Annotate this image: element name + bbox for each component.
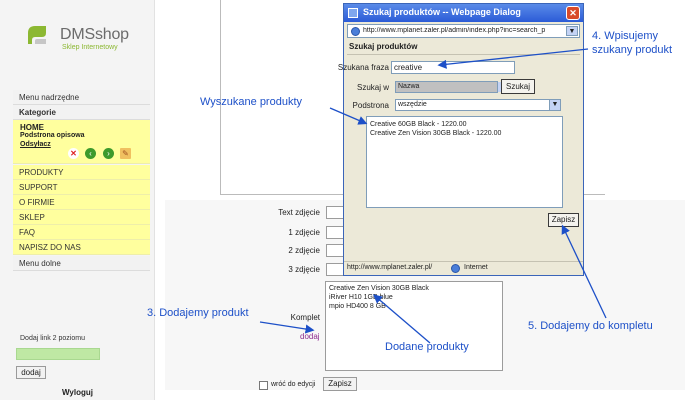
komplet-list[interactable]: Creative Zen Vision 30GB Black iRiver H1…: [325, 281, 503, 371]
list-item[interactable]: mpio HD400 8 GB: [329, 302, 499, 311]
page-label: Podstrona: [352, 101, 389, 110]
annotation-step3: 3. Dodajemy produkt: [147, 307, 249, 319]
status-url: http://www.mplanet.zaler.pl/: [347, 264, 433, 271]
sidebar-item-faq[interactable]: FAQ: [13, 225, 150, 240]
sidebar-item-sklep[interactable]: SKLEP: [13, 210, 150, 225]
text-photo-label: Text zdjęcie: [278, 208, 320, 217]
photo-2-label: 2 zdjęcie: [288, 246, 320, 255]
photo-3-label: 3 zdjęcie: [288, 265, 320, 274]
dialog-title: Szukaj produktów -- Webpage Dialog: [363, 7, 521, 17]
globe-icon: [451, 264, 460, 273]
move-right-icon[interactable]: ›: [103, 148, 114, 159]
close-icon[interactable]: ✕: [566, 6, 580, 20]
move-left-icon[interactable]: ‹: [85, 148, 96, 159]
sidebar-item-napisz[interactable]: NAPISZ DO NAS: [13, 240, 150, 255]
annotation-found: Wyszukane produkty: [200, 96, 303, 108]
list-item[interactable]: Creative 60GB Black - 1220.00: [370, 120, 559, 129]
home-subtitle: Podstrona opisowa: [20, 132, 85, 139]
logout-link[interactable]: Wyloguj: [62, 388, 93, 397]
search-button[interactable]: Szukaj: [501, 79, 535, 94]
dialog-url-bar: http://www.mplanet.zaler.pl/admin/index.…: [347, 24, 580, 38]
sidebar-item-support[interactable]: SUPPORT: [13, 180, 150, 195]
subpage-value: wszędzie: [398, 101, 427, 108]
home-item[interactable]: HOME Podstrona opisowa Odsyłacz ✕ ‹ › ✎: [13, 120, 150, 164]
list-item[interactable]: iRiver H10 1GB blue: [329, 293, 499, 302]
chevron-down-icon[interactable]: ▼: [549, 100, 560, 110]
save-button[interactable]: Zapisz: [323, 377, 357, 391]
home-title: HOME: [20, 123, 44, 132]
list-item[interactable]: Creative Zen Vision 30GB Black: [329, 284, 499, 293]
add-level-label: Dodaj link 2 poziomu: [20, 335, 85, 342]
logo-subtitle: Sklep Internetowy: [62, 44, 118, 51]
annotation-added: Dodane produkty: [385, 341, 469, 353]
search-field-select[interactable]: Nazwa ▼: [395, 81, 508, 93]
return-to-edit-label: wróć do edycji: [271, 381, 316, 388]
ie-page-icon: [351, 27, 360, 36]
menu-parent-link[interactable]: Menu nadrzędne: [13, 90, 150, 105]
field-label: Szukaj w: [356, 83, 389, 92]
search-field-value: Nazwa: [398, 83, 420, 90]
sidebar-item-produkty[interactable]: PRODUKTY: [13, 165, 150, 180]
dialog-url: http://www.mplanet.zaler.pl/admin/index.…: [363, 27, 546, 34]
dialog-titlebar[interactable]: Szukaj produktów -- Webpage Dialog ✕: [344, 4, 583, 22]
search-dialog: Szukaj produktów -- Webpage Dialog ✕ htt…: [338, 3, 584, 276]
search-input[interactable]: creative: [391, 61, 515, 74]
add-level-input[interactable]: [16, 348, 100, 360]
home-link[interactable]: Odsyłacz: [20, 141, 51, 148]
logo-mark-icon: [28, 26, 46, 44]
dialog-header: Szukaj produktów: [349, 42, 418, 51]
annotation-step5: 5. Dodajemy do kompletu: [528, 320, 653, 332]
list-item[interactable]: Creative Zen Vision 30GB Black - 1220.00: [370, 129, 559, 138]
categories-heading: Kategorie: [13, 105, 150, 120]
status-bar: http://www.mplanet.zaler.pl/ Internet: [344, 261, 583, 275]
edit-icon[interactable]: ✎: [120, 148, 131, 159]
subpage-select[interactable]: wszędzie ▼: [395, 99, 561, 111]
return-to-edit-checkbox[interactable]: [259, 381, 268, 390]
delete-icon[interactable]: ✕: [68, 148, 79, 159]
sidebar: DMSshop Sklep Internetowy Menu nadrzędne…: [0, 0, 155, 400]
results-list[interactable]: Creative 60GB Black - 1220.00 Creative Z…: [366, 116, 563, 208]
window-icon: [348, 8, 358, 18]
divider: [347, 54, 580, 55]
sidebar-item-o-firmie[interactable]: O FIRMIE: [13, 195, 150, 210]
status-zone: Internet: [464, 264, 488, 271]
annotation-step4-line2: szukany produkt: [592, 44, 673, 56]
photo-1-label: 1 zdjęcie: [288, 228, 320, 237]
dialog-save-button[interactable]: Zapisz: [548, 213, 579, 227]
chevron-down-icon[interactable]: ▼: [566, 26, 578, 36]
phrase-label: Szukana fraza: [337, 63, 389, 72]
logo-title: DMSshop: [60, 26, 129, 43]
annotation-step4-line1: 4. Wpisujemy: [592, 30, 659, 42]
komplet-add-link[interactable]: dodaj: [300, 332, 320, 341]
add-level-button[interactable]: dodaj: [16, 366, 46, 379]
menu-bottom-link[interactable]: Menu dolne: [13, 256, 150, 271]
